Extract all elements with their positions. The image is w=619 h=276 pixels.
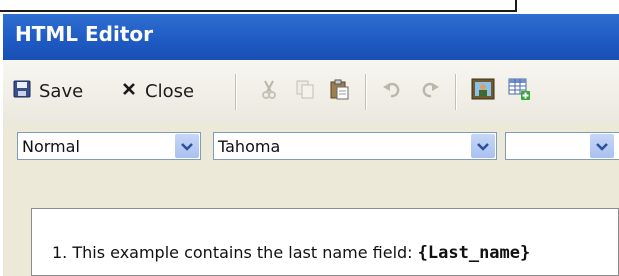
insert-image-button[interactable] — [469, 77, 497, 105]
save-button[interactable]: Save — [13, 76, 83, 106]
toolbar-separator — [365, 74, 366, 110]
chevron-down-icon — [476, 137, 490, 156]
chevron-down-icon — [180, 137, 194, 156]
window-title: HTML Editor — [15, 22, 153, 46]
close-label: Close — [145, 80, 195, 102]
html-editor-window: HTML Editor Save Close Normal Tahoma 1. … — [3, 14, 619, 276]
insert-image-icon — [471, 77, 495, 105]
font-family-select[interactable]: Tahoma — [213, 132, 497, 160]
insert-table-icon — [507, 77, 531, 105]
merge-field: {Last_name} — [417, 243, 531, 263]
editor-content-area[interactable]: 1. This example contains the last name f… — [31, 208, 619, 276]
toolbar: Save Close — [3, 60, 619, 124]
background-frame — [0, 0, 517, 12]
insert-table-button[interactable] — [505, 77, 533, 105]
close-icon — [121, 81, 137, 102]
chevron-down-icon — [595, 137, 609, 156]
toolbar-lower — [3, 170, 619, 206]
dropdown-button[interactable] — [175, 134, 199, 158]
redo-button[interactable] — [415, 77, 443, 105]
paragraph-style-value: Normal — [22, 137, 80, 156]
undo-button[interactable] — [379, 77, 407, 105]
save-label: Save — [39, 80, 84, 102]
paste-icon — [328, 78, 350, 104]
font-family-value: Tahoma — [218, 137, 281, 156]
dropdown-button[interactable] — [471, 134, 495, 158]
cut-button[interactable] — [255, 77, 283, 105]
close-button[interactable]: Close — [121, 76, 194, 106]
cut-icon — [258, 78, 280, 104]
title-bar[interactable]: HTML Editor — [3, 14, 619, 60]
editor-text: 1. This example contains the last name f… — [52, 243, 418, 262]
save-icon — [13, 80, 31, 103]
format-bar: Normal Tahoma — [3, 124, 619, 170]
editor-paragraph: 1. This example contains the last name f… — [52, 243, 530, 263]
toolbar-separator — [455, 74, 456, 110]
paragraph-style-select[interactable]: Normal — [17, 132, 201, 160]
font-size-select[interactable] — [505, 132, 619, 160]
copy-icon — [294, 78, 316, 104]
redo-icon — [418, 78, 440, 104]
copy-button[interactable] — [291, 77, 319, 105]
dropdown-button[interactable] — [590, 134, 614, 158]
undo-icon — [382, 78, 404, 104]
paste-button[interactable] — [325, 77, 353, 105]
toolbar-separator — [235, 74, 236, 110]
